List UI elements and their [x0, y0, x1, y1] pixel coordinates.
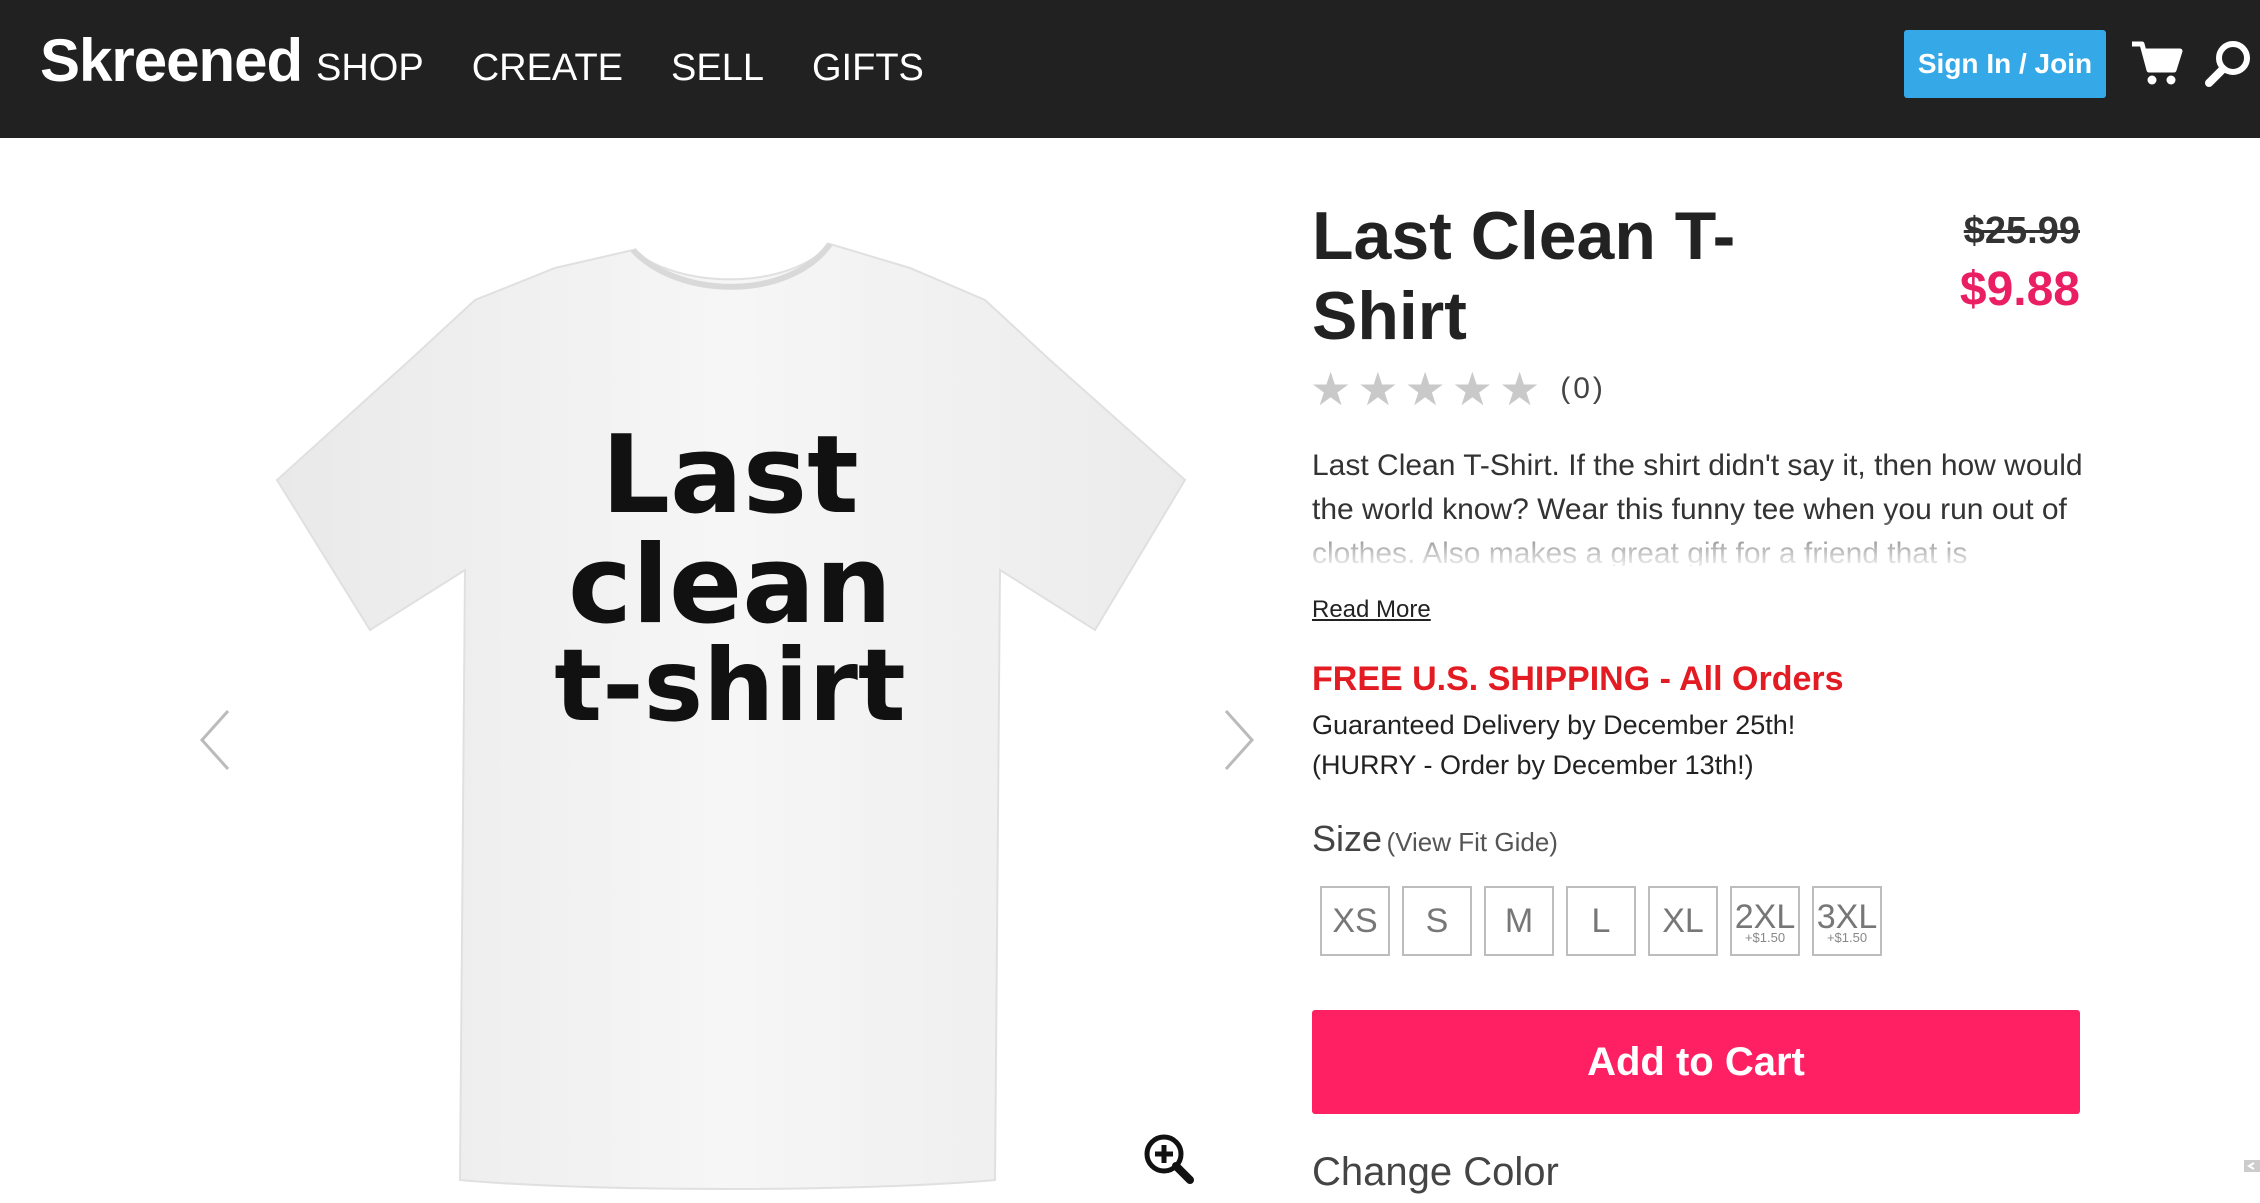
add-to-cart-button[interactable]: Add to Cart: [1312, 1010, 2080, 1114]
size-option-l[interactable]: L: [1566, 886, 1636, 956]
cart-icon[interactable]: [2130, 38, 2184, 88]
change-color-label: Change Color: [1312, 1150, 1559, 1194]
next-image-arrow[interactable]: [1218, 705, 1258, 775]
free-shipping-banner: FREE U.S. SHIPPING - All Orders: [1312, 660, 1844, 698]
shirt-print-line1: Last: [601, 413, 859, 538]
delivery-guarantee: Guaranteed Delivery by December 25th!: [1312, 710, 1796, 740]
read-more-link[interactable]: Read More: [1312, 596, 1431, 624]
star-icon[interactable]: ★: [1499, 364, 1540, 414]
size-option-label: M: [1504, 902, 1534, 940]
previous-image-arrow[interactable]: [196, 705, 236, 775]
description-fade: [1312, 520, 2092, 568]
size-option-xs[interactable]: XS: [1320, 886, 1390, 956]
nav-create[interactable]: CREATE: [472, 40, 623, 96]
order-deadline: (HURRY - Order by December 13th!): [1312, 750, 1754, 780]
sign-in-join-button[interactable]: Sign In / Join: [1904, 30, 2106, 98]
star-icon[interactable]: ★: [1452, 364, 1493, 414]
feedback-tab-icon[interactable]: [2240, 1156, 2260, 1176]
size-option-label: XS: [1332, 902, 1378, 940]
size-selector: XS S M L XL 2XL +$1.50 3XL +$1.50: [1320, 886, 1894, 956]
size-heading: Size: [1312, 818, 1383, 859]
size-option-label: S: [1425, 902, 1449, 940]
size-option-3xl[interactable]: 3XL +$1.50: [1812, 886, 1882, 956]
size-option-m[interactable]: M: [1484, 886, 1554, 956]
size-option-2xl[interactable]: 2XL +$1.50: [1730, 886, 1800, 956]
size-option-xl[interactable]: XL: [1648, 886, 1718, 956]
size-option-s[interactable]: S: [1402, 886, 1472, 956]
zoom-in-icon[interactable]: [1140, 1130, 1196, 1186]
nav-sell[interactable]: SELL: [671, 40, 764, 96]
size-option-label: L: [1591, 902, 1611, 940]
star-icon[interactable]: ★: [1357, 364, 1398, 414]
fit-guide-link[interactable]: (View Fit Gide): [1386, 827, 1557, 857]
shirt-print-line3: t-shirt: [554, 627, 905, 744]
sale-price: $9.88: [1959, 263, 2080, 316]
rating-stars[interactable]: ★ ★ ★ ★ ★ (0): [1310, 364, 1606, 414]
original-price: $25.99: [1963, 210, 2080, 252]
main-nav: SHOP CREATE SELL GIFTS: [316, 40, 972, 96]
site-logo[interactable]: Skreened: [40, 26, 303, 96]
size-label: Size (View Fit Gide): [1312, 818, 1558, 860]
top-navigation-bar: Skreened SHOP CREATE SELL GIFTS Sign In …: [0, 0, 2260, 138]
size-option-label: XL: [1662, 902, 1704, 940]
star-icon[interactable]: ★: [1310, 364, 1351, 414]
star-icon[interactable]: ★: [1405, 364, 1446, 414]
nav-gifts[interactable]: GIFTS: [812, 40, 924, 96]
nav-shop[interactable]: SHOP: [316, 40, 424, 96]
product-title: Last Clean T-Shirt: [1312, 198, 1736, 354]
size-surcharge: +$1.50: [1744, 929, 1786, 945]
search-icon[interactable]: [2204, 38, 2254, 88]
review-count[interactable]: (0): [1560, 372, 1606, 406]
size-surcharge: +$1.50: [1826, 929, 1868, 945]
product-image: Last clean t-shirt: [275, 242, 1187, 1190]
